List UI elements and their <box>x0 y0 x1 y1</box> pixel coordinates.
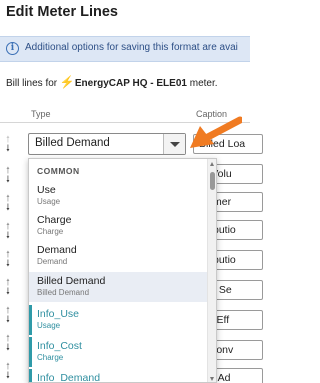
meter-line-suffix: meter. <box>189 78 218 89</box>
dropdown-group-label: COMMON <box>37 166 80 176</box>
move-up-down-icon[interactable]: 🠕 🠗 <box>6 166 20 186</box>
meter-name: EnergyCAP HQ - ELE01 <box>74 78 187 89</box>
dropdown-option[interactable]: Info_Use Usage <box>29 305 209 335</box>
move-up-down-icon[interactable]: 🠕 🠗 <box>6 306 20 326</box>
type-dropdown-list[interactable]: COMMON Use Usage Charge Charge Demand Deman… <box>28 158 217 383</box>
orange-arrow-icon <box>190 116 242 148</box>
info-icon: i <box>6 42 19 55</box>
dropdown-scrollbar[interactable] <box>207 159 216 382</box>
move-up-down-icon[interactable]: 🠕 🠗 <box>6 250 20 270</box>
scroll-down-icon[interactable] <box>210 377 214 381</box>
scrollbar-thumb[interactable] <box>210 172 215 190</box>
type-select-value: Billed Demand <box>35 137 110 149</box>
dropdown-option[interactable]: Charge Charge <box>29 211 209 241</box>
dropdown-option[interactable]: Info_Demand <box>29 369 209 382</box>
move-up-down-icon[interactable]: 🠕 🠗 <box>6 135 20 155</box>
dropdown-option[interactable]: Demand Demand <box>29 241 209 271</box>
page-title: Edit Meter Lines <box>6 4 118 20</box>
dropdown-option-selected[interactable]: Billed Demand Billed Demand <box>29 272 209 302</box>
banner-text: Additional options for saving this forma… <box>25 42 238 53</box>
dropdown-option[interactable]: Info_Cost Charge <box>29 337 209 367</box>
move-up-down-icon[interactable]: 🠕 🠗 <box>6 362 20 382</box>
lightning-bolt-icon: ⚡ <box>59 75 75 89</box>
move-up-down-icon[interactable]: 🠕 🠗 <box>6 278 20 298</box>
move-up-down-icon[interactable]: 🠕 🠗 <box>6 334 20 354</box>
dropdown-option[interactable]: Use Usage <box>29 181 209 211</box>
type-select[interactable]: Billed Demand <box>28 133 186 155</box>
move-up-down-icon[interactable]: 🠕 🠗 <box>6 222 20 242</box>
meter-line-text: Bill lines for ⚡EnergyCAP HQ - ELE01 met… <box>6 75 218 89</box>
scroll-up-icon[interactable] <box>210 162 214 166</box>
move-up-down-icon[interactable]: 🠕 🠗 <box>6 194 20 214</box>
column-header-type: Type <box>31 109 51 119</box>
info-banner: i Additional options for saving this for… <box>0 36 250 62</box>
meter-line-prefix: Bill lines for <box>6 78 58 89</box>
